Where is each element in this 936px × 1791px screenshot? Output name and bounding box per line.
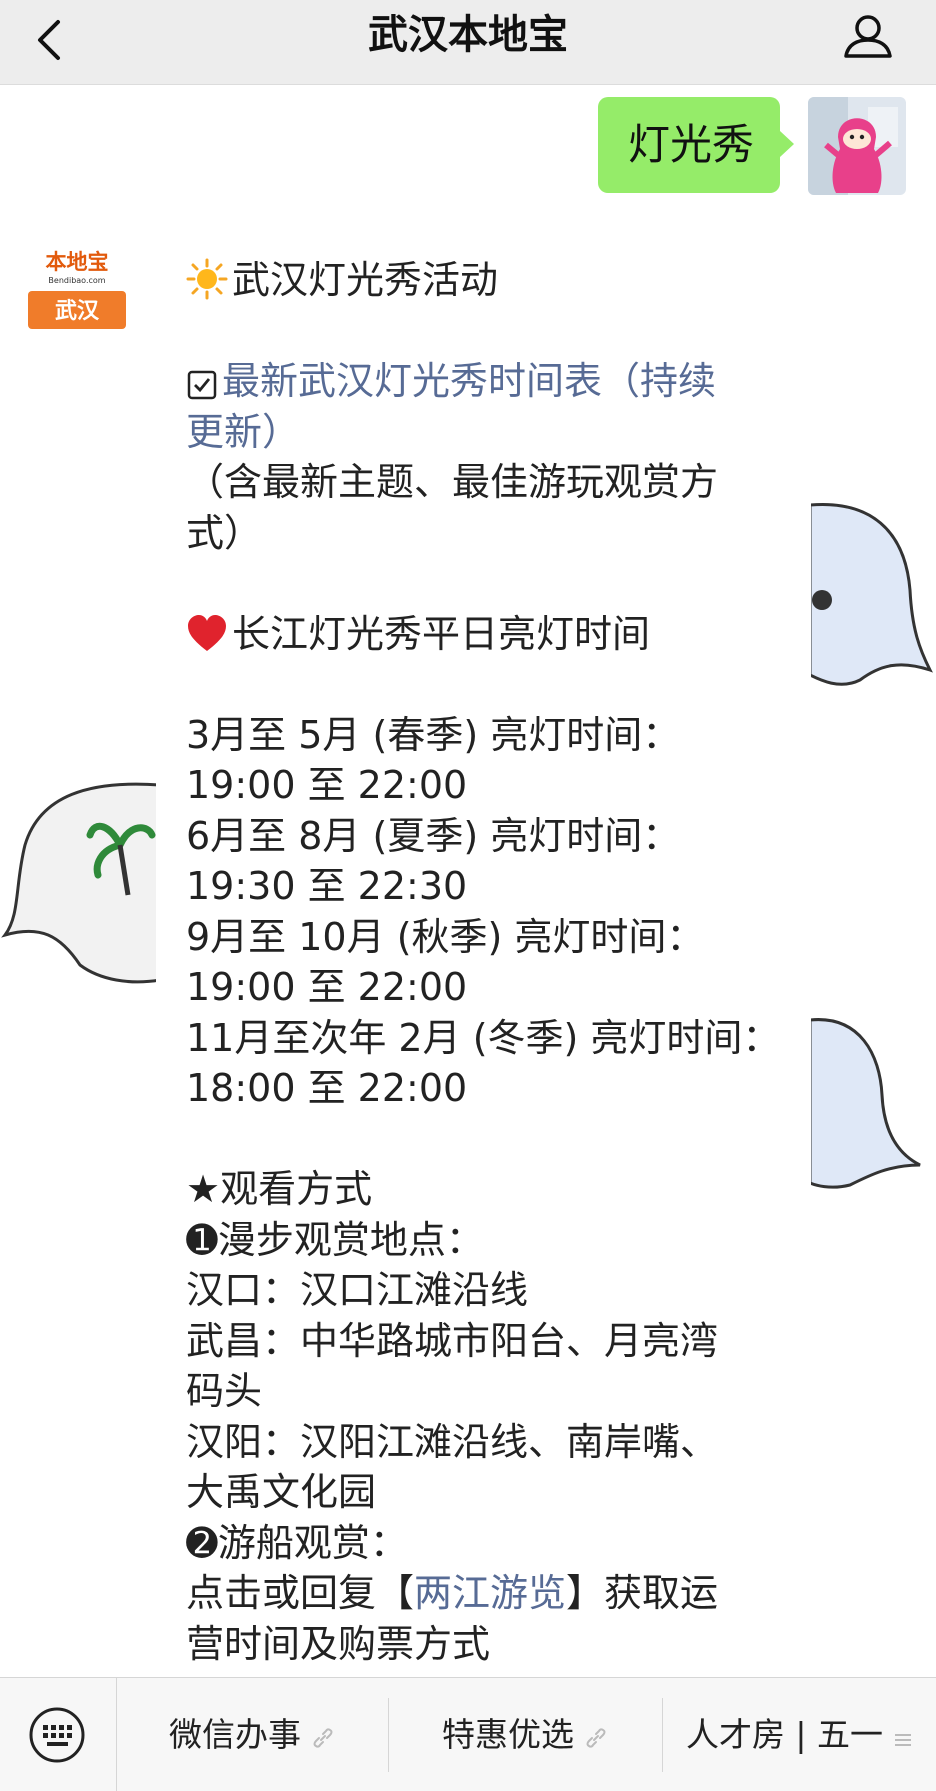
menu-item-label: 微信办事 xyxy=(169,1715,301,1754)
spring-label: 3月至 5月 (春季) 亮灯时间： xyxy=(186,712,681,757)
schedule-link-continued[interactable]: 更新） xyxy=(186,407,781,458)
boat-prefix: 点击或回复【 xyxy=(186,1571,415,1615)
boat-suffix: 】获取运 xyxy=(566,1571,719,1615)
bendibao-logo-icon: 本地宝 Bendibao.com 武汉 xyxy=(28,243,126,341)
summer-time: 19:30 至 22:30 xyxy=(186,864,468,908)
logo-domain-text: Bendibao.com xyxy=(48,276,105,285)
keyboard-toggle-button[interactable] xyxy=(0,1678,117,1791)
ghost-sticker-right-bottom xyxy=(810,1018,921,1189)
boat-line-2: 营时间及购票方式 xyxy=(186,1621,491,1666)
menu-item-label: 人才房 | 五一 xyxy=(685,1715,884,1754)
hanyang-line-1: 汉阳：汉阳江滩沿线、南岸嘴、 xyxy=(186,1419,719,1464)
keyboard-icon xyxy=(29,1707,85,1763)
reply-title-line: 武汉灯光秀活动 xyxy=(186,255,781,306)
hanyang-line-2: 大禹文化园 xyxy=(186,1470,377,1514)
sun-icon xyxy=(186,258,228,300)
note-line-1: （含最新主题、最佳游玩观赏方 xyxy=(186,460,719,504)
hankou-line: 汉口：汉口江滩沿线 xyxy=(186,1268,529,1312)
note-line-2: 式） xyxy=(186,510,263,555)
walk-title: ➊漫步观赏地点： xyxy=(186,1217,484,1262)
ghost-sticker-right-top xyxy=(810,502,933,686)
menu-item-talent-housing[interactable]: 人才房 | 五一 xyxy=(663,1678,936,1791)
logo-top-text: 本地宝 xyxy=(46,250,109,274)
reply-title: 武汉灯光秀活动 xyxy=(232,258,499,302)
reply-bubble-tail xyxy=(142,275,156,301)
link-icon xyxy=(586,1728,606,1748)
bottom-menu-bar: 微信办事 特惠优选 人才房 | 五一 xyxy=(0,1677,936,1791)
winter-time: 18:00 至 22:00 xyxy=(186,1066,468,1110)
page-title: 武汉本地宝 xyxy=(368,12,568,58)
chat-area[interactable]: 灯光秀 本地宝 Bendibao.com 武汉 武汉灯光秀活动 最新武汉灯光秀时… xyxy=(0,85,936,1677)
logo-city-text: 武汉 xyxy=(55,299,100,324)
cartoon-avatar-icon xyxy=(808,97,906,195)
boat-title: ➋游船观赏： xyxy=(186,1520,408,1565)
header-bar: 武汉本地宝 xyxy=(0,0,936,85)
wuchang-line-2: 码头 xyxy=(186,1369,263,1413)
ghost-sticker-left xyxy=(1,782,160,984)
view-methods-title: ★观看方式 xyxy=(186,1167,373,1211)
schedule-link-line[interactable]: 最新武汉灯光秀时间表（持续 xyxy=(186,356,781,407)
wuchang-line-1: 武昌：中华路城市阳台、月亮湾 xyxy=(186,1318,719,1363)
profile-button[interactable] xyxy=(840,10,896,66)
heart-icon xyxy=(188,614,226,651)
profile-icon xyxy=(844,15,892,58)
autumn-time: 19:00 至 22:00 xyxy=(186,965,468,1009)
chat-screen: 武汉本地宝 灯光秀 本地宝 Bendibao.com 武汉 武汉灯光秀活动 最新… xyxy=(0,0,936,1791)
winter-label: 11月至次年 2月 (冬季) 亮灯时间： xyxy=(186,1015,781,1060)
menu-item-label: 特惠优选 xyxy=(442,1715,574,1754)
section-heading-line: 长江灯光秀平日亮灯时间 xyxy=(186,609,781,660)
menu-item-deals[interactable]: 特惠优选 xyxy=(389,1678,661,1791)
summer-label: 6月至 8月 (夏季) 亮灯时间： xyxy=(186,813,681,858)
boat-tour-link[interactable]: 两江游览 xyxy=(414,1571,566,1615)
section-heading: 长江灯光秀平日亮灯时间 xyxy=(232,611,651,656)
spring-time: 19:00 至 22:00 xyxy=(186,763,468,807)
menu-lines-icon xyxy=(895,1734,912,1746)
reply-message-bubble: 武汉灯光秀活动 最新武汉灯光秀时间表（持续 更新） （含最新主题、最佳游玩观赏方… xyxy=(156,233,811,1677)
boat-line-1: 点击或回复【两江游览】获取运 xyxy=(186,1568,781,1619)
user-avatar[interactable] xyxy=(808,97,906,195)
sent-bubble-tail xyxy=(780,131,794,157)
sent-message-bubble[interactable]: 灯光秀 xyxy=(598,97,780,193)
menu-item-wechat-services[interactable]: 微信办事 xyxy=(117,1678,387,1791)
checkbox-icon xyxy=(187,370,217,400)
autumn-label: 9月至 10月 (秋季) 亮灯时间： xyxy=(186,914,705,959)
link-icon xyxy=(313,1728,333,1748)
schedule-link[interactable]: 最新武汉灯光秀时间表（持续 xyxy=(222,359,716,403)
official-account-avatar[interactable]: 本地宝 Bendibao.com 武汉 xyxy=(28,243,126,341)
